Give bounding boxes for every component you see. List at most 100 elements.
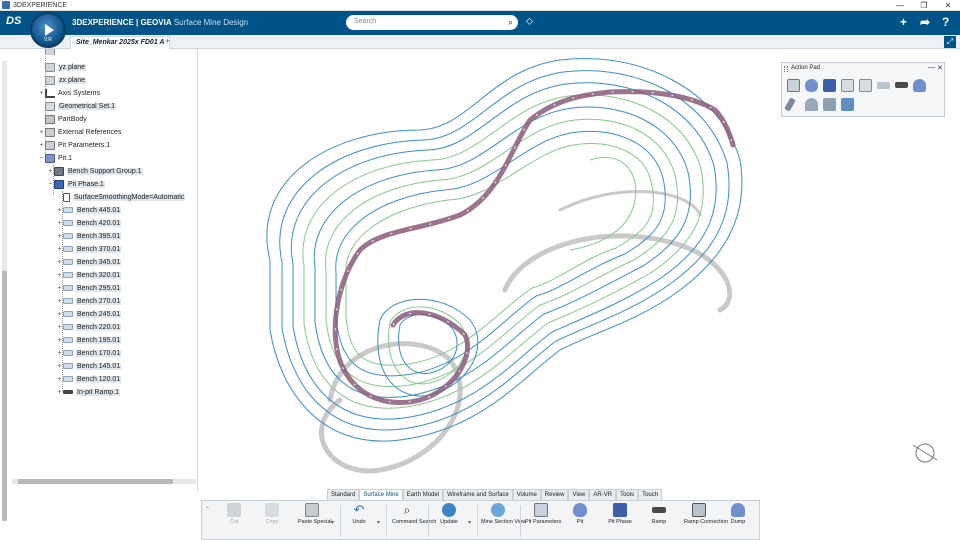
action-pad-minimize-button[interactable]: —: [928, 64, 935, 71]
add-icon[interactable]: +: [900, 15, 907, 29]
tree-item-pit-phase[interactable]: − Pit Phase.1: [47, 178, 105, 190]
tree-item-bench[interactable]: + Bench 245.01: [56, 308, 122, 320]
action-pad-grip[interactable]: [784, 66, 788, 72]
expand-icon[interactable]: +: [56, 220, 63, 227]
tree-item-bench[interactable]: + Bench 145.01: [56, 360, 122, 372]
tab-volume[interactable]: Volume: [512, 489, 541, 500]
minimize-button[interactable]: —: [888, 0, 912, 11]
tree-item-bench[interactable]: + Bench 270.01: [56, 295, 122, 307]
undo-dropdown-icon[interactable]: ▾: [377, 519, 380, 526]
ramp-icon[interactable]: [895, 82, 908, 88]
berm-icon[interactable]: [877, 82, 890, 89]
tab-tools[interactable]: Tools: [616, 489, 639, 500]
pit-parameters-button[interactable]: Pit Parameters: [525, 503, 561, 539]
command-search-button[interactable]: ⌕ Command Search: [392, 503, 436, 539]
tab-standard[interactable]: Standard: [327, 489, 360, 500]
pit-icon[interactable]: [805, 79, 818, 92]
cut-button[interactable]: Cut: [222, 503, 246, 539]
search-icon[interactable]: ⌕: [508, 17, 513, 28]
expand-icon[interactable]: +: [38, 142, 45, 149]
tab-wireframe-and-surface[interactable]: Wireframe and Surface: [443, 489, 513, 500]
expand-icon[interactable]: +: [56, 337, 63, 344]
compass-icon[interactable]: V.R: [30, 12, 66, 48]
volume-icon[interactable]: [823, 98, 836, 111]
search-input[interactable]: Search ⌕: [346, 15, 518, 30]
tab-earth-model[interactable]: Earth Model: [402, 489, 444, 500]
dump-button[interactable]: Dump: [726, 503, 750, 539]
expand-icon[interactable]: +: [56, 259, 63, 266]
expand-icon[interactable]: +: [56, 350, 63, 357]
tree-item-bench-support-group[interactable]: + Bench Support Group.1: [47, 165, 143, 177]
copy-button[interactable]: Copy: [260, 503, 284, 539]
tree-item-bench[interactable]: + Bench 395.01: [56, 230, 122, 242]
tree-vertical-scrollbar[interactable]: [2, 61, 7, 521]
expand-icon[interactable]: +: [56, 298, 63, 305]
action-bar-collapse-icon[interactable]: ⌄: [205, 503, 210, 510]
expand-icon[interactable]: +: [56, 363, 63, 370]
tab-document[interactable]: Site_Menkar 2025x FD01 A: [70, 36, 171, 49]
tree-item-bench[interactable]: + Bench 170.01: [56, 347, 122, 359]
mine-section-view-button[interactable]: Mine Section View: [481, 503, 526, 539]
pit-phase-button[interactable]: Pit Phase: [608, 503, 632, 539]
tag-icon[interactable]: ⬦: [526, 16, 533, 27]
tree-item-bench[interactable]: + Bench 370.01: [56, 243, 122, 255]
expand-icon[interactable]: +: [56, 324, 63, 331]
tree-item-bench[interactable]: + Bench 195.01: [56, 334, 122, 346]
tree-item-smoothing-mode[interactable]: SurfaceSmoothingMode=Automatic: [56, 191, 186, 203]
tab-view[interactable]: View: [568, 489, 590, 500]
add-tab-button[interactable]: +: [165, 36, 170, 46]
ds-logo-icon[interactable]: DS: [6, 15, 21, 27]
tree-item-yz-plane[interactable]: yz plane: [38, 61, 87, 73]
close-button[interactable]: ✕: [936, 0, 960, 11]
dump-icon[interactable]: [913, 79, 926, 92]
expand-icon[interactable]: +: [56, 233, 63, 240]
expand-icon[interactable]: +: [56, 285, 63, 292]
tab-ar-vr[interactable]: AR-VR: [589, 489, 617, 500]
tree-item-in-pit-ramp[interactable]: + In-pit Ramp.1: [56, 386, 121, 398]
tree-item-bench[interactable]: + Bench 320.01: [56, 269, 122, 281]
fullscreen-icon[interactable]: ⤢: [944, 36, 956, 48]
tree-item-bench[interactable]: + Bench 120.01: [56, 373, 122, 385]
pit-button[interactable]: Pit: [568, 503, 592, 539]
restore-button[interactable]: ❐: [912, 0, 936, 11]
tree-item-geometrical-set[interactable]: Geometrical Set.1: [38, 100, 117, 112]
expand-icon[interactable]: +: [56, 389, 63, 396]
tree-item-bench[interactable]: + Bench 345.01: [56, 256, 122, 268]
help-icon[interactable]: ?: [942, 15, 949, 29]
expand-icon[interactable]: +: [56, 207, 63, 214]
expand-icon[interactable]: +: [38, 90, 45, 97]
tree-item-partbody[interactable]: PartBody: [38, 113, 87, 125]
update-button[interactable]: Update: [434, 503, 464, 539]
tab-review[interactable]: Review: [540, 489, 569, 500]
orientation-cursor-icon[interactable]: [912, 443, 938, 463]
pit-parameters-icon[interactable]: [787, 79, 800, 92]
tab-touch[interactable]: Touch: [638, 489, 663, 500]
expand-icon[interactable]: +: [56, 246, 63, 253]
tree-item-pit[interactable]: − Pit.1: [38, 152, 72, 164]
in-pit-ramp-path[interactable]: [332, 89, 736, 406]
tree-item-bench[interactable]: + Bench 220.01: [56, 321, 122, 333]
expand-icon[interactable]: +: [38, 129, 45, 136]
tree-item-bench[interactable]: + Bench 445.01: [56, 204, 122, 216]
paste-special-button[interactable]: Paste Special: [298, 503, 332, 539]
tree-item-bench[interactable]: + Bench 295.01: [56, 282, 122, 294]
expand-icon[interactable]: +: [56, 272, 63, 279]
share-icon[interactable]: ➦: [920, 15, 930, 29]
tab-surface-mine[interactable]: Surface Mine: [359, 489, 403, 500]
expand-icon[interactable]: +: [47, 168, 54, 175]
collapse-icon[interactable]: −: [38, 155, 45, 162]
scrollbar-thumb[interactable]: [2, 271, 7, 521]
undo-button[interactable]: ↶ Undo: [345, 503, 373, 539]
ramp-button[interactable]: Ramp: [646, 503, 672, 539]
action-pad-close-button[interactable]: ✕: [937, 64, 943, 72]
bench-support-icon[interactable]: [859, 79, 872, 92]
expand-icon[interactable]: +: [56, 376, 63, 383]
expand-icon[interactable]: +: [56, 311, 63, 318]
tree-item-zx-plane[interactable]: zx plane: [38, 74, 87, 86]
pit-phase-icon[interactable]: [823, 79, 836, 92]
ramp-connection-button[interactable]: Ramp Connection: [684, 503, 728, 539]
edit-icon[interactable]: [784, 97, 796, 112]
scrollbar-thumb[interactable]: [18, 479, 173, 484]
surface-icon[interactable]: [805, 98, 818, 111]
collapse-icon[interactable]: −: [47, 181, 54, 188]
